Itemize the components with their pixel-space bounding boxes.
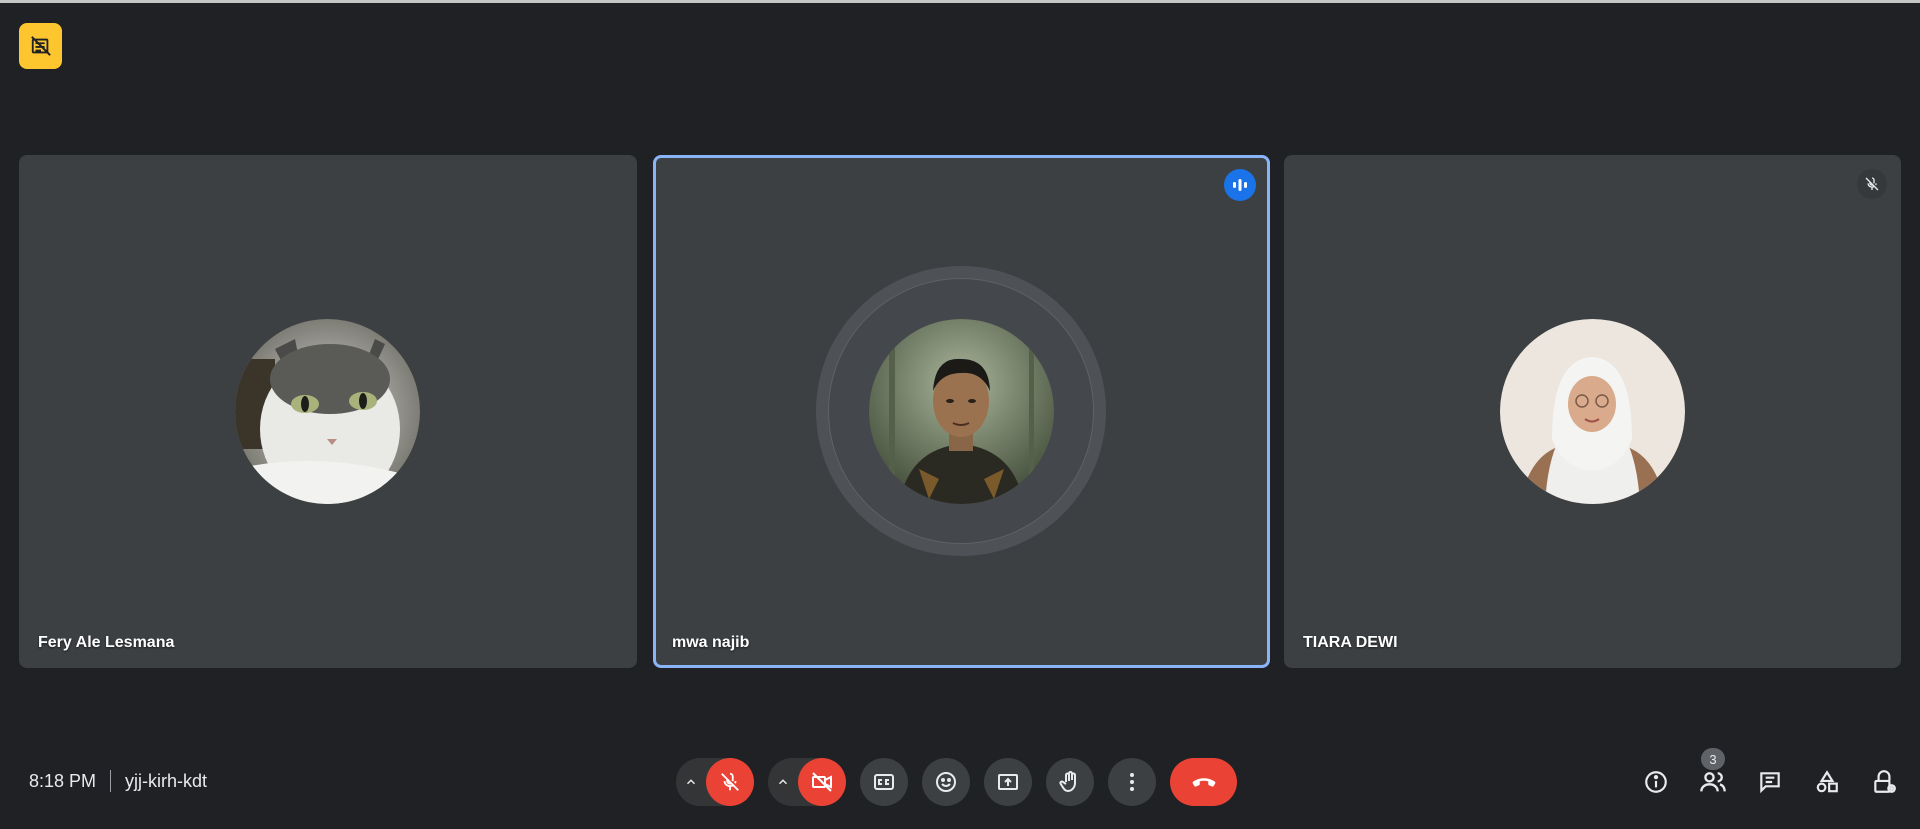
present-screen-button[interactable] (984, 758, 1032, 806)
no-recording-icon (30, 35, 52, 57)
speaking-indicator-icon (1224, 169, 1256, 201)
chevron-up-icon (776, 775, 790, 789)
more-options-button[interactable] (1108, 758, 1156, 806)
divider (110, 770, 112, 792)
meeting-details-button[interactable] (1632, 758, 1680, 806)
audio-control-group (676, 758, 754, 806)
chat-icon (1757, 769, 1783, 795)
participant-tile[interactable]: TIARA DEWI (1284, 155, 1901, 668)
meeting-time: 8:18 PM (29, 770, 97, 791)
present-icon (996, 770, 1020, 794)
meeting-code: yjj-kirh-kdt (125, 770, 208, 791)
people-count-badge: 3 (1701, 748, 1725, 770)
people-button[interactable]: 3 (1689, 748, 1737, 806)
chat-button[interactable] (1746, 758, 1794, 806)
hangup-icon (1189, 767, 1219, 797)
camera-toggle-button[interactable] (798, 758, 846, 806)
no-recording-badge[interactable] (19, 23, 62, 69)
raise-hand-button[interactable] (1046, 758, 1094, 806)
mic-off-indicator-icon (1857, 169, 1887, 199)
more-vert-icon (1120, 770, 1144, 794)
emoji-icon (934, 770, 958, 794)
people-icon (1699, 768, 1727, 796)
host-controls-button[interactable] (1860, 758, 1908, 806)
participant-tile[interactable]: Fery Ale Lesmana (19, 155, 637, 668)
video-options-button[interactable] (768, 758, 798, 806)
participant-name: mwa najib (672, 634, 750, 651)
chevron-up-icon (684, 775, 698, 789)
window-top-border (0, 0, 1920, 3)
captions-button[interactable] (860, 758, 908, 806)
reactions-button[interactable] (922, 758, 970, 806)
participant-avatar (869, 319, 1054, 504)
call-controls (676, 758, 1251, 806)
meeting-info: 8:18 PM yjj-kirh-kdt (29, 770, 207, 792)
leave-call-button[interactable] (1170, 758, 1237, 806)
activities-icon (1814, 769, 1840, 795)
participant-avatar (235, 319, 420, 504)
microphone-toggle-button[interactable] (706, 758, 754, 806)
raise-hand-icon (1058, 770, 1082, 794)
participant-avatar (1500, 319, 1685, 504)
participant-name: Fery Ale Lesmana (38, 634, 175, 651)
participant-tile-active[interactable]: mwa najib (653, 155, 1270, 668)
info-icon (1643, 769, 1669, 795)
camera-off-icon (810, 770, 834, 794)
video-control-group (768, 758, 846, 806)
participant-name: TIARA DEWI (1303, 634, 1398, 651)
activities-button[interactable] (1803, 758, 1851, 806)
meeting-side-controls: 3 (1623, 748, 1908, 806)
captions-icon (872, 770, 896, 794)
mic-off-icon (719, 771, 741, 793)
host-controls-icon (1871, 769, 1897, 795)
audio-options-button[interactable] (676, 758, 706, 806)
